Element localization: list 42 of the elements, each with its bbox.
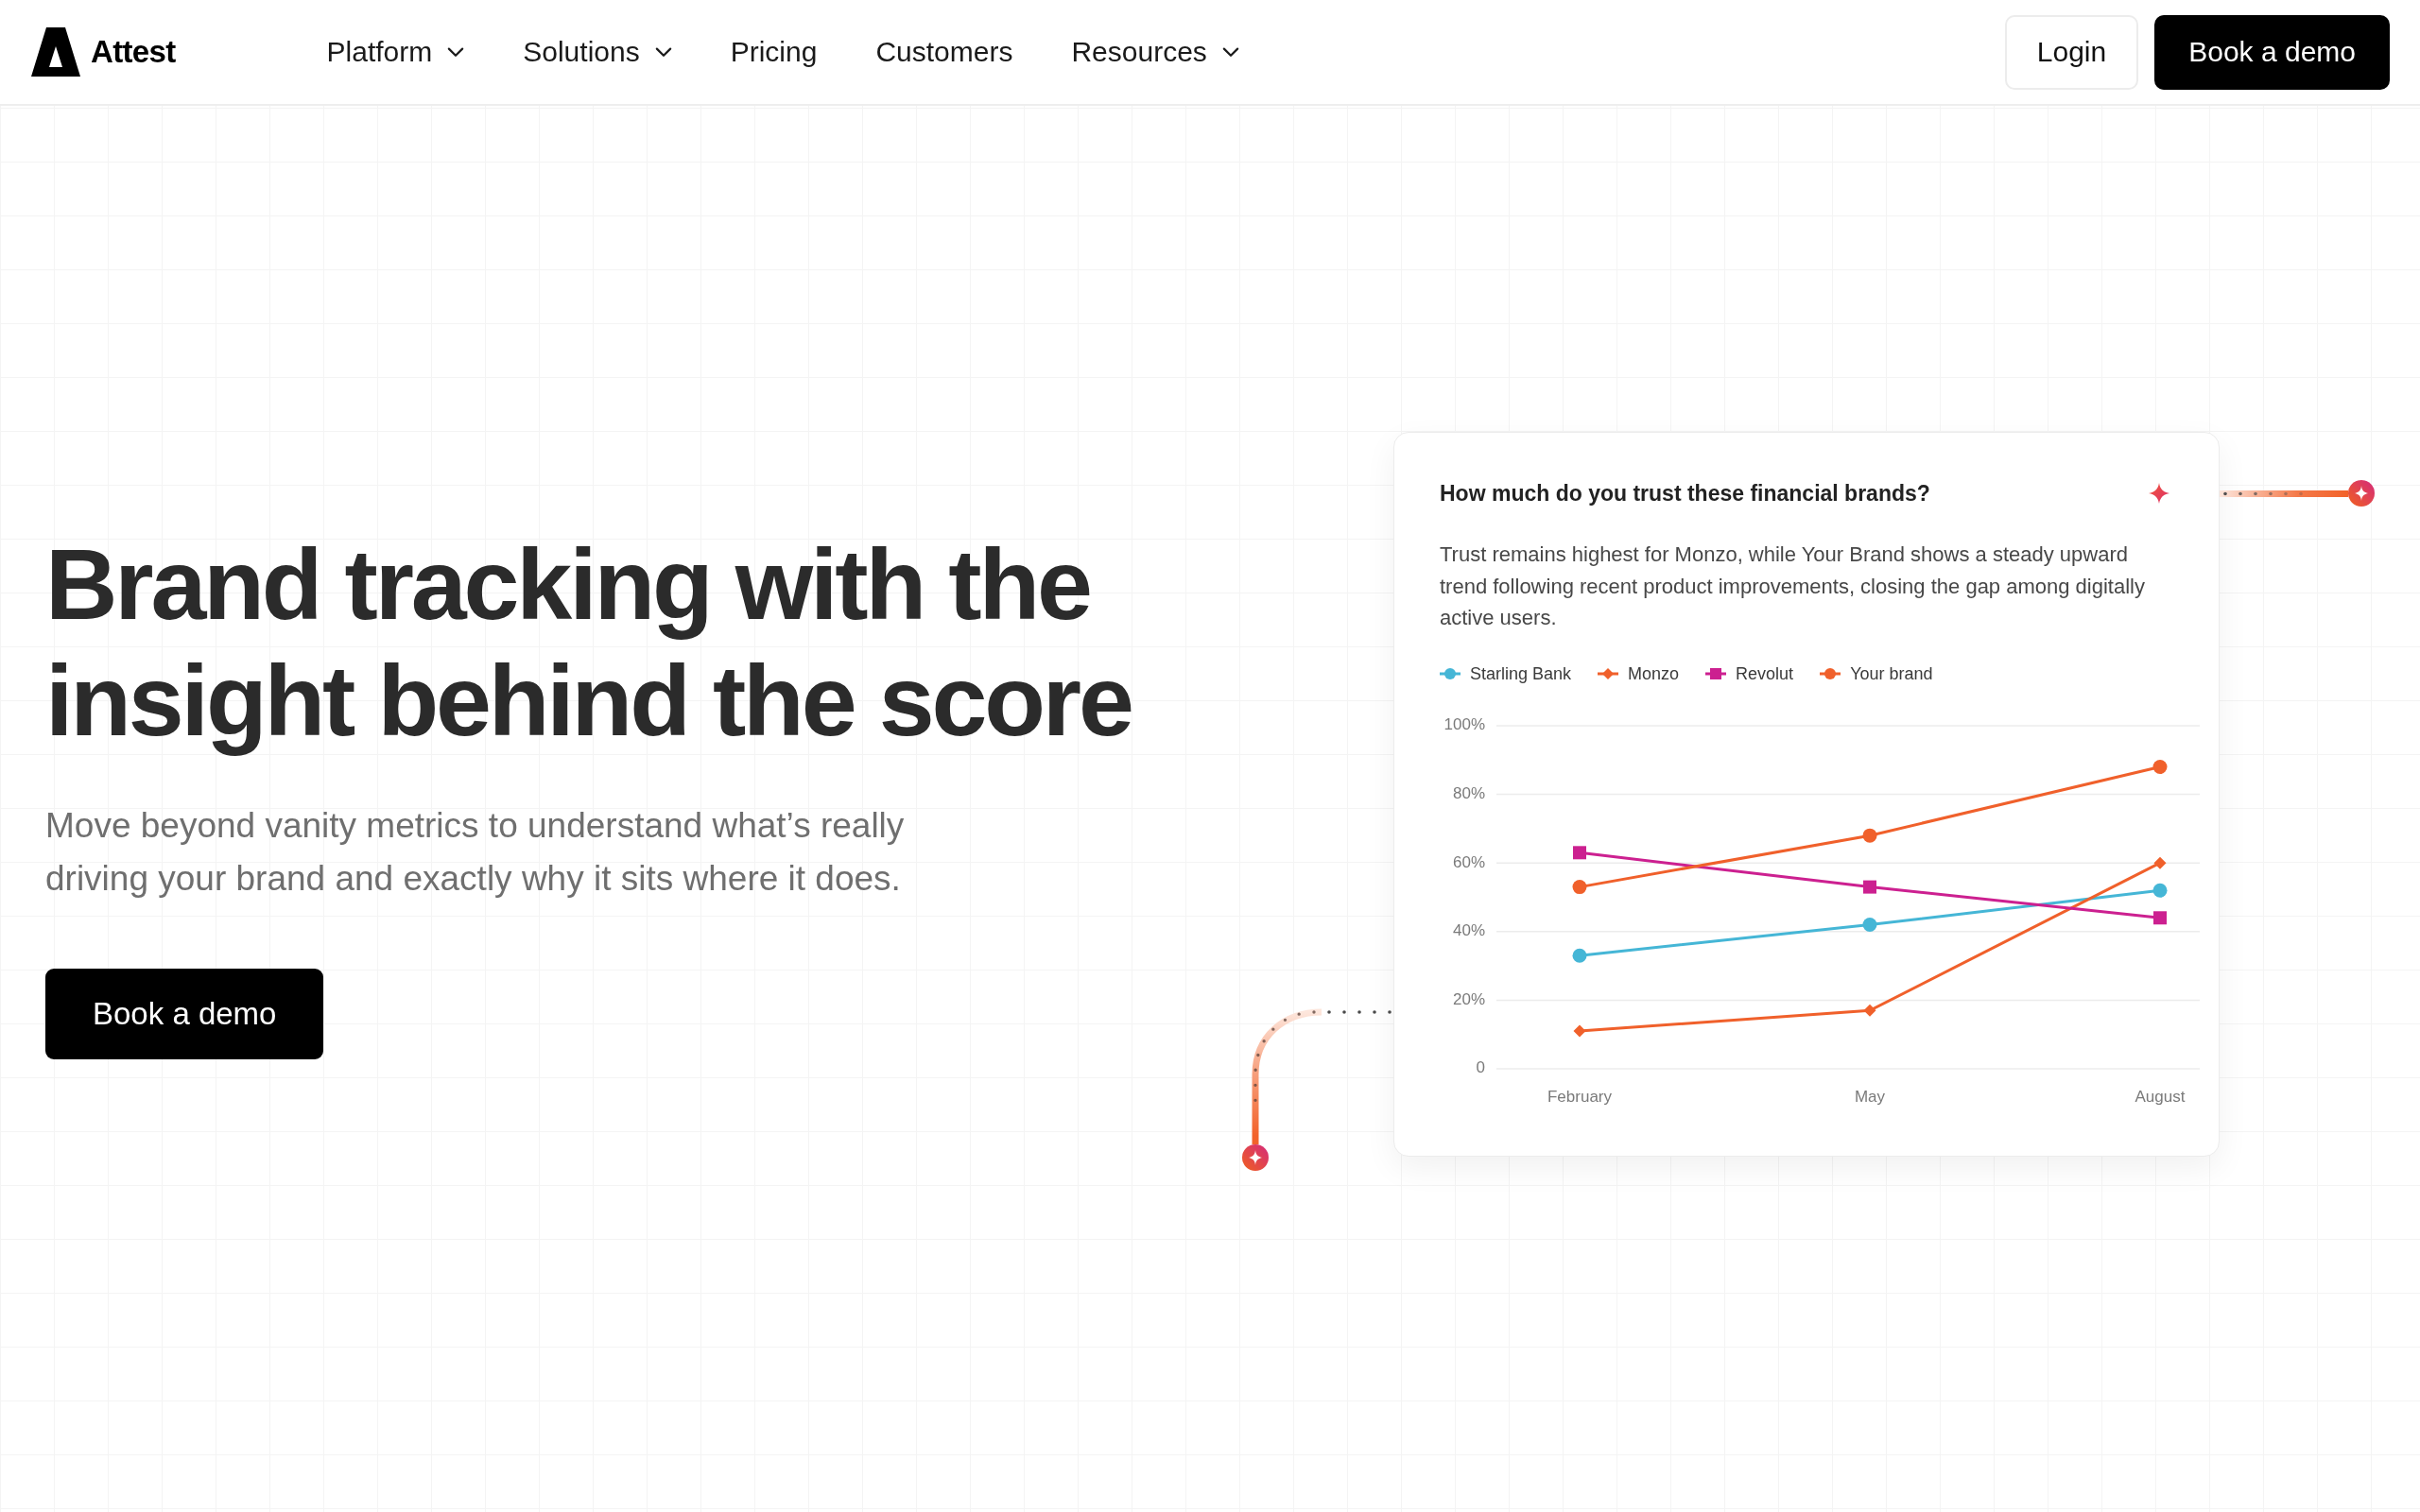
axis-label: 20% xyxy=(1452,989,1485,1008)
data-point xyxy=(1863,880,1876,894)
axis-label: 100% xyxy=(1443,715,1485,733)
data-point xyxy=(1862,828,1877,843)
data-point xyxy=(1573,1024,1586,1038)
card-summary: Trust remains highest for Monzo, while Your Brand shows a steady upward trend following recent product improvements, closing the gap among digitally active users. xyxy=(1440,541,2146,631)
nav-link[interactable]: Pricing xyxy=(730,36,818,68)
logo-link[interactable]: Attest xyxy=(31,27,176,77)
axis-label: 0 xyxy=(1476,1058,1485,1076)
axis-label: August xyxy=(2135,1088,2186,1106)
sparkle-icon xyxy=(1242,1144,1269,1171)
legend-label: Your brand xyxy=(1850,663,1933,684)
legend-label: Revolut xyxy=(1736,663,1794,684)
data-point xyxy=(1572,879,1587,894)
legend-label: Monzo xyxy=(1628,663,1680,684)
data-point xyxy=(1862,917,1877,932)
data-point xyxy=(1863,1004,1876,1017)
axis-label: 60% xyxy=(1452,852,1485,871)
sparkle-icon xyxy=(2149,483,2169,504)
axis-label: February xyxy=(1547,1088,1612,1106)
data-point xyxy=(1572,948,1587,963)
hero-subtitle: Move beyond vanity metrics to understand what’s really driving your brand and exactly why it sits where it does. xyxy=(45,805,906,900)
nav-link[interactable]: Platform xyxy=(326,36,465,68)
axis-label: May xyxy=(1854,1088,1886,1106)
data-point xyxy=(2152,759,2168,774)
sparkle-icon xyxy=(2348,480,2375,507)
data-point xyxy=(2153,856,2167,869)
book-demo-button[interactable]: Book a demo xyxy=(2154,14,2390,90)
axis-label: 80% xyxy=(1452,783,1485,802)
data-point xyxy=(1573,845,1586,859)
hero-headline: Brand tracking with the insight behind the score xyxy=(45,527,1132,758)
login-button[interactable]: Login xyxy=(2004,14,2139,90)
data-point xyxy=(2152,883,2168,898)
legend-label: Starling Bank xyxy=(1470,663,1572,684)
book-demo-button[interactable]: Book a demo xyxy=(45,969,324,1059)
logo-icon xyxy=(31,27,80,77)
card-question: How much do you trust these financial brands? xyxy=(1440,480,1930,507)
nav-link[interactable]: Customers xyxy=(875,36,1013,68)
nav-link[interactable]: Solutions xyxy=(523,36,672,68)
data-point xyxy=(2153,910,2167,924)
axis-label: 40% xyxy=(1452,920,1485,939)
nav-link[interactable]: Resources xyxy=(1071,36,1239,68)
